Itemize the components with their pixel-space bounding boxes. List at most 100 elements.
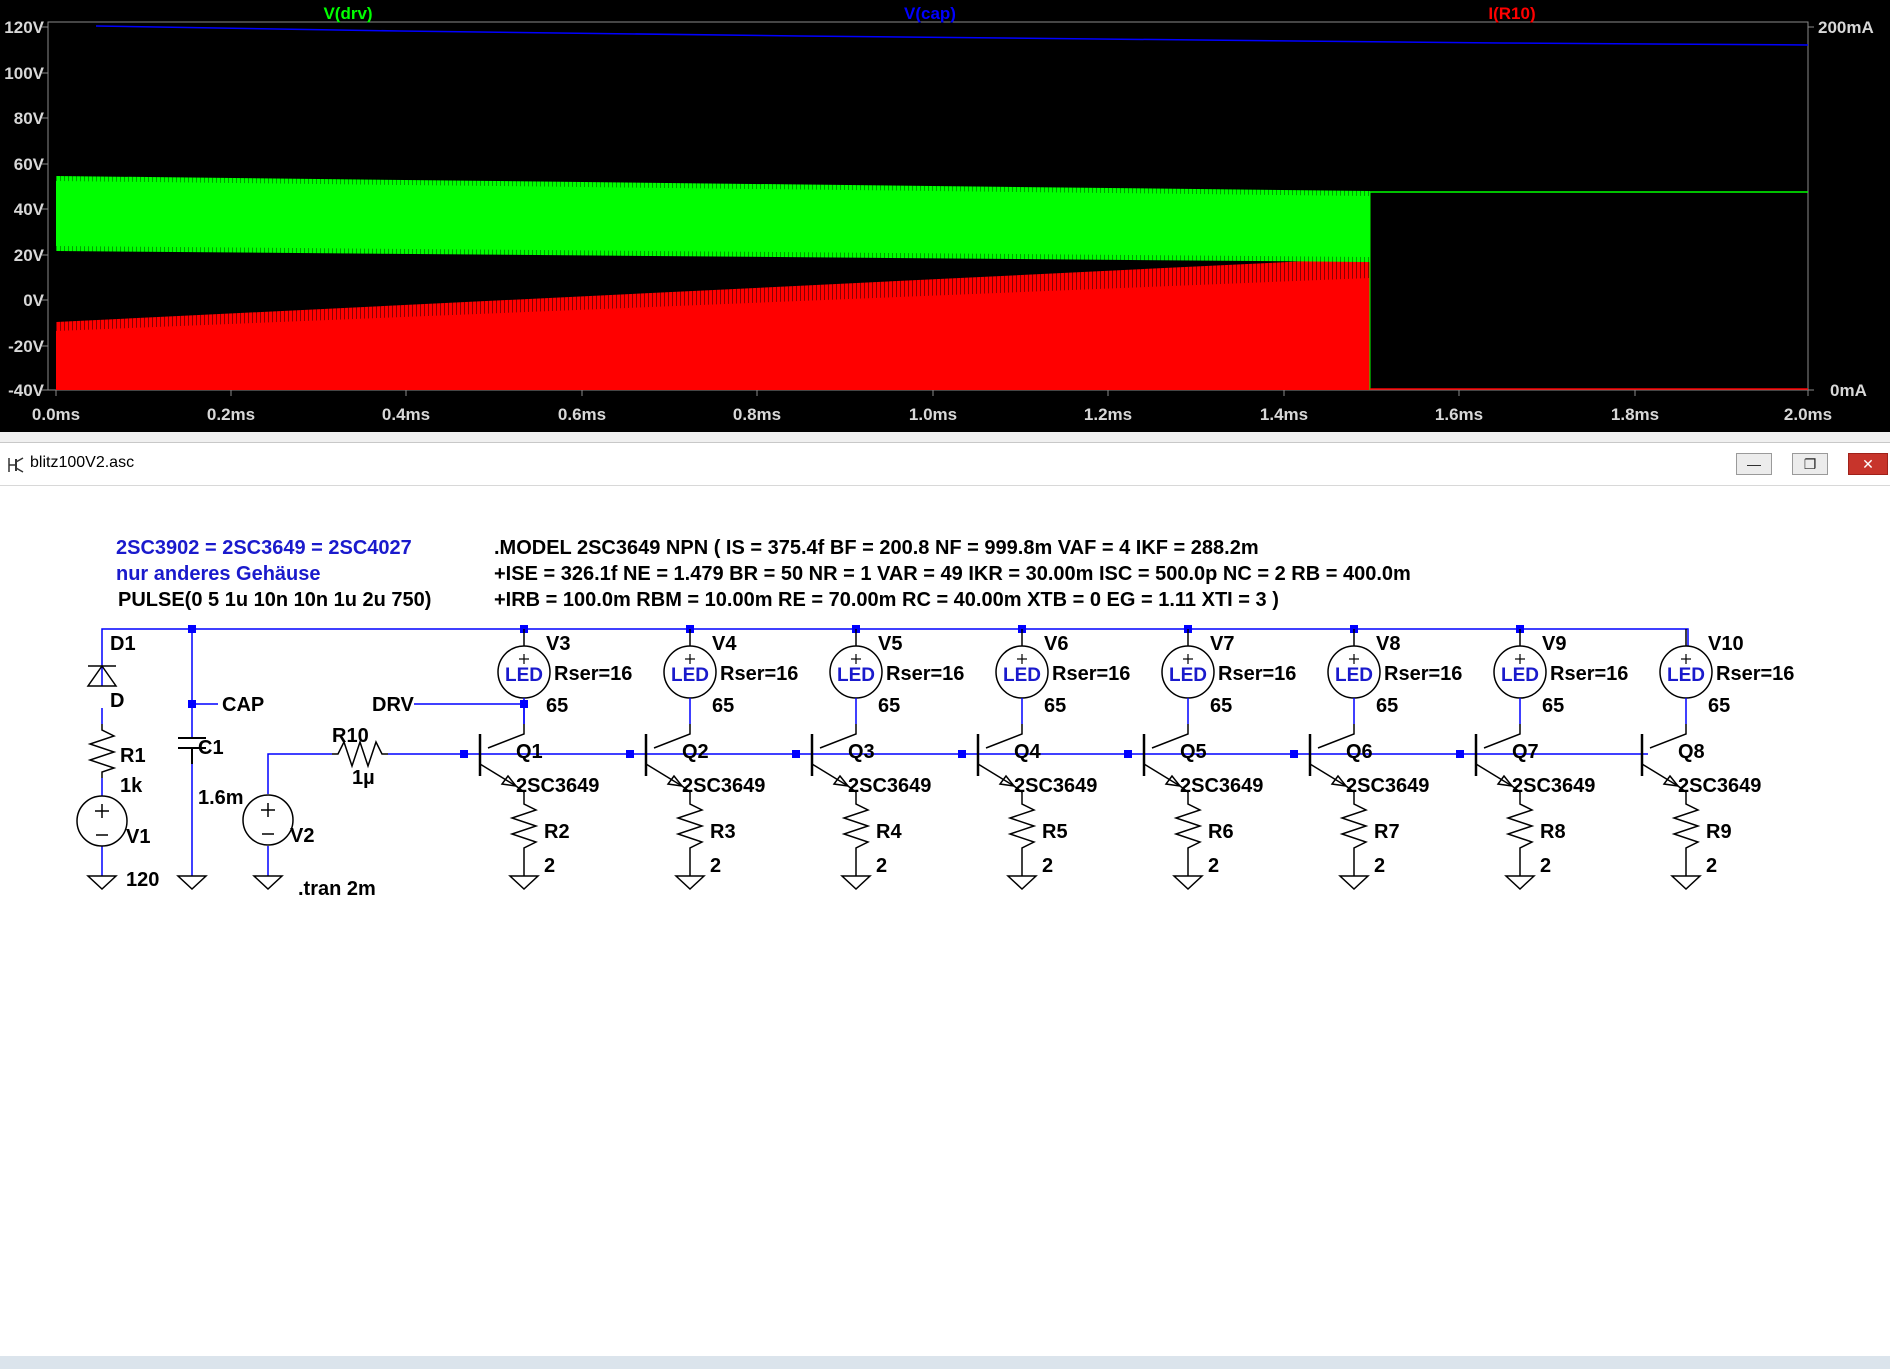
label-resistor-name[interactable]: R9 [1706, 821, 1732, 843]
label-led-rser[interactable]: Rser=16 [1716, 663, 1794, 685]
minimize-button[interactable]: — [1736, 453, 1772, 475]
voltage-source-v1[interactable] [76, 795, 128, 847]
label-led-value[interactable]: 65 [1210, 695, 1232, 717]
label-resistor-value[interactable]: 2 [544, 855, 555, 877]
label-led-value[interactable]: 65 [1376, 695, 1398, 717]
resistor-r1[interactable] [87, 724, 117, 778]
label-led-name[interactable]: V10 [1708, 633, 1744, 655]
legend-i-r10[interactable]: I(R10) [1488, 4, 1535, 23]
note-equiv[interactable]: 2SC3902 = 2SC3649 = 2SC4027 [116, 537, 412, 559]
tran-directive[interactable]: .tran 2m [298, 878, 376, 900]
resistor-r5[interactable] [1007, 792, 1037, 876]
label-v2[interactable]: V2 [290, 825, 314, 847]
label-resistor-value[interactable]: 2 [1208, 855, 1219, 877]
label-transistor-name[interactable]: Q4 [1014, 741, 1042, 763]
label-r10[interactable]: R10 [332, 725, 369, 747]
label-transistor-model[interactable]: 2SC3649 [1512, 775, 1595, 797]
legend-v-drv[interactable]: V(drv) [323, 4, 372, 23]
label-transistor-name[interactable]: Q6 [1346, 741, 1373, 763]
model-line-2[interactable]: +ISE = 326.1f NE = 1.479 BR = 50 NR = 1 … [494, 563, 1411, 585]
resistor-r7[interactable] [1339, 792, 1369, 876]
led-source-v8[interactable]: LED [1327, 629, 1381, 699]
label-led-value[interactable]: 65 [1044, 695, 1066, 717]
label-resistor-value[interactable]: 2 [1042, 855, 1053, 877]
label-transistor-name[interactable]: Q3 [848, 741, 875, 763]
label-resistor-value[interactable]: 2 [1374, 855, 1385, 877]
label-d1-value[interactable]: D [110, 690, 124, 712]
label-resistor-value[interactable]: 2 [876, 855, 887, 877]
label-transistor-name[interactable]: Q2 [682, 741, 709, 763]
label-led-rser[interactable]: Rser=16 [1052, 663, 1130, 685]
label-transistor-name[interactable]: Q7 [1512, 741, 1539, 763]
label-resistor-name[interactable]: R5 [1042, 821, 1068, 843]
label-transistor-model[interactable]: 2SC3649 [682, 775, 765, 797]
label-led-rser[interactable]: Rser=16 [1550, 663, 1628, 685]
label-led-rser[interactable]: Rser=16 [1384, 663, 1462, 685]
model-line-1[interactable]: .MODEL 2SC3649 NPN ( IS = 375.4f BF = 20… [494, 537, 1259, 559]
label-transistor-name[interactable]: Q5 [1180, 741, 1207, 763]
label-led-rser[interactable]: Rser=16 [720, 663, 798, 685]
label-c1[interactable]: C1 [198, 737, 224, 759]
close-button[interactable]: ✕ [1848, 453, 1888, 475]
led-source-v3[interactable]: LED [497, 629, 551, 699]
led-source-v9[interactable]: LED [1493, 629, 1547, 699]
net-label-drv[interactable]: DRV [372, 694, 415, 716]
model-line-3[interactable]: +IRB = 100.0m RBM = 10.00m RE = 70.00m R… [494, 589, 1279, 611]
led-source-v7[interactable]: LED [1161, 629, 1215, 699]
label-c1-value[interactable]: 1.6m [198, 787, 244, 809]
label-resistor-name[interactable]: R7 [1374, 821, 1400, 843]
label-r10-value[interactable]: 1µ [352, 767, 375, 789]
net-label-cap[interactable]: CAP [222, 694, 264, 716]
label-led-value[interactable]: 65 [878, 695, 900, 717]
led-source-v4[interactable]: LED [663, 629, 717, 699]
note-housing[interactable]: nur anderes Gehäuse [116, 563, 321, 585]
label-led-name[interactable]: V6 [1044, 633, 1068, 655]
label-led-name[interactable]: V9 [1542, 633, 1566, 655]
label-led-rser[interactable]: Rser=16 [886, 663, 964, 685]
label-led-name[interactable]: V5 [878, 633, 902, 655]
label-resistor-value[interactable]: 2 [710, 855, 721, 877]
label-resistor-value[interactable]: 2 [1540, 855, 1551, 877]
maximize-button[interactable]: ❐ [1792, 453, 1828, 475]
label-resistor-value[interactable]: 2 [1706, 855, 1717, 877]
label-transistor-model[interactable]: 2SC3649 [848, 775, 931, 797]
label-transistor-model[interactable]: 2SC3649 [1346, 775, 1429, 797]
legend-v-cap[interactable]: V(cap) [904, 4, 956, 23]
waveform-pane[interactable]: V(drv) V(cap) I(R10) 120V 100V 80V 60V 4… [0, 0, 1890, 432]
label-transistor-model[interactable]: 2SC3649 [1180, 775, 1263, 797]
label-led-rser[interactable]: Rser=16 [554, 663, 632, 685]
label-led-value[interactable]: 65 [1708, 695, 1730, 717]
voltage-source-v2[interactable] [242, 794, 294, 846]
label-transistor-name[interactable]: Q1 [516, 741, 543, 763]
label-v1[interactable]: V1 [126, 826, 150, 848]
label-resistor-name[interactable]: R4 [876, 821, 902, 843]
pane-divider[interactable] [0, 432, 1890, 443]
label-d1[interactable]: D1 [110, 633, 136, 655]
label-transistor-model[interactable]: 2SC3649 [1014, 775, 1097, 797]
resistor-r6[interactable] [1173, 792, 1203, 876]
waveform-plot[interactable]: V(drv) V(cap) I(R10) 120V 100V 80V 60V 4… [0, 0, 1890, 432]
label-v1-value[interactable]: 120 [126, 869, 159, 891]
led-source-v10[interactable]: LED [1659, 629, 1713, 699]
led-source-v6[interactable]: LED [995, 629, 1049, 699]
window-titlebar[interactable]: blitz100V2.asc — ❐ ✕ [0, 443, 1890, 486]
note-pulse[interactable]: PULSE(0 5 1u 10n 10n 1u 2u 750) [118, 589, 431, 611]
resistor-r4[interactable] [841, 792, 871, 876]
label-resistor-name[interactable]: R8 [1540, 821, 1566, 843]
label-led-name[interactable]: V7 [1210, 633, 1234, 655]
label-led-value[interactable]: 65 [712, 695, 734, 717]
label-resistor-name[interactable]: R2 [544, 821, 570, 843]
label-transistor-name[interactable]: Q8 [1678, 741, 1705, 763]
label-led-name[interactable]: V8 [1376, 633, 1400, 655]
label-resistor-name[interactable]: R6 [1208, 821, 1234, 843]
resistor-r2[interactable] [509, 792, 539, 876]
label-led-name[interactable]: V3 [546, 633, 570, 655]
label-r1[interactable]: R1 [120, 745, 146, 767]
resistor-r3[interactable] [675, 792, 705, 876]
label-transistor-model[interactable]: 2SC3649 [516, 775, 599, 797]
label-led-rser[interactable]: Rser=16 [1218, 663, 1296, 685]
label-r1-value[interactable]: 1k [120, 775, 143, 797]
led-source-v5[interactable]: LED [829, 629, 883, 699]
schematic-canvas[interactable]: 2SC3902 = 2SC3649 = 2SC4027 nur anderes … [0, 486, 1890, 913]
label-led-value[interactable]: 65 [1542, 695, 1564, 717]
